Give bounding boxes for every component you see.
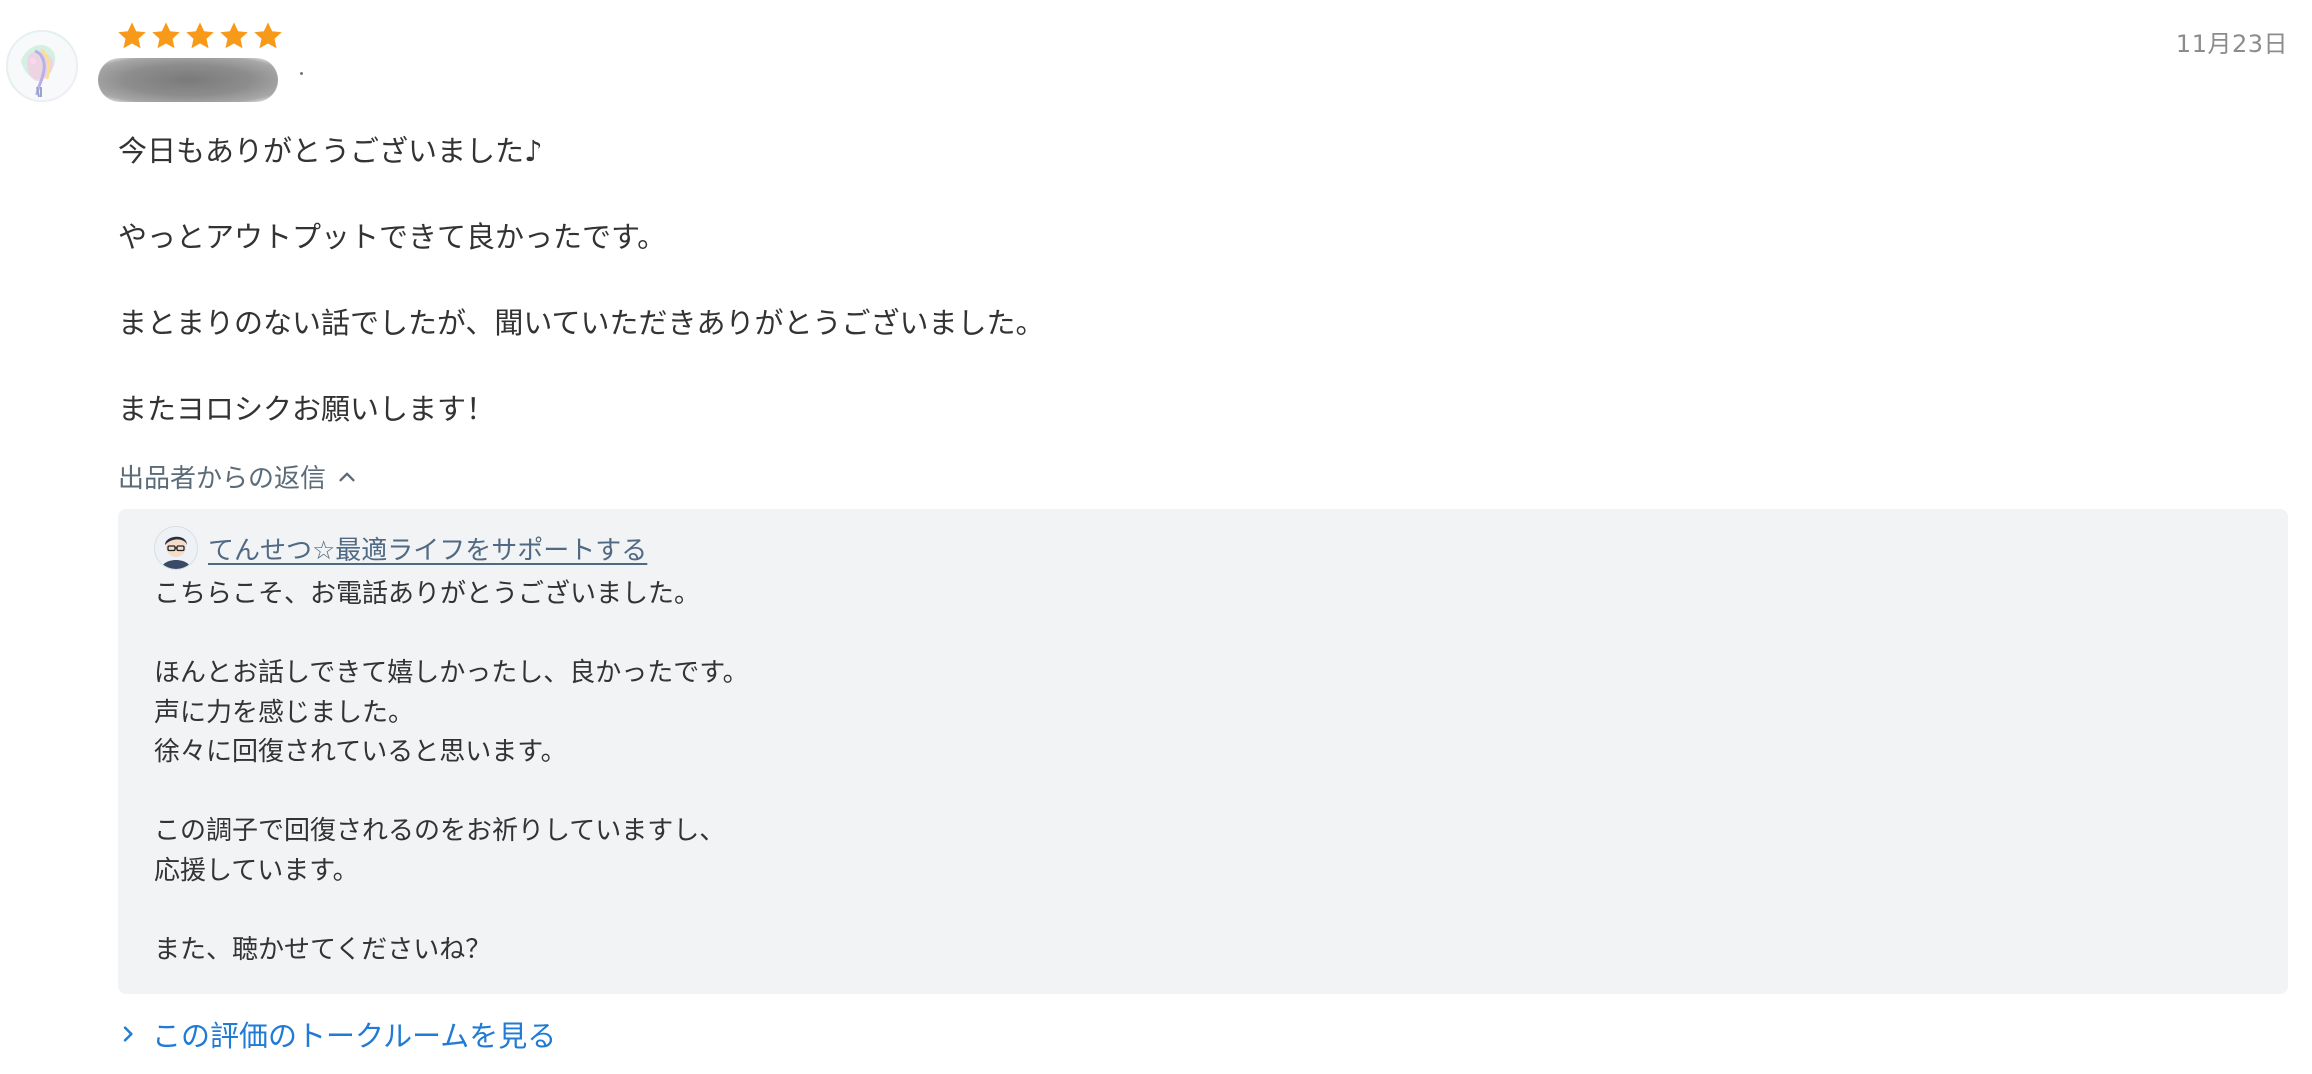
- reply-paragraph: ほんとお話しできて嬉しかったし、良かったです。 声に力を感じました。 徐々に回復…: [154, 658, 749, 767]
- reviewer-avatar[interactable]: [6, 30, 78, 102]
- seller-avatar[interactable]: [154, 526, 198, 570]
- star-icon: [118, 22, 146, 49]
- reviewer-avatar-illustration: [8, 32, 76, 100]
- review-paragraph: まとまりのない話でしたが、聞いていただきありがとうございました。: [118, 306, 1045, 340]
- seller-avatar-illustration: [155, 527, 197, 569]
- review-text: 今日もありがとうございました♪ やっとアウトプットできて良かったです。 まとまり…: [118, 130, 1518, 431]
- reply-paragraph: こちらこそ、お電話ありがとうございました。: [154, 579, 701, 609]
- rating-stars: [116, 20, 284, 52]
- review-item: 11月23日 今日もありがとうございました♪ やっとアウトプットできて良かったで…: [0, 0, 2312, 1074]
- username-dot: [300, 72, 303, 75]
- reply-paragraph: この調子で回復されるのをお祈りしていますし、 応援しています。: [154, 816, 726, 886]
- view-talkroom-link[interactable]: この評価のトークルームを見る: [118, 1013, 556, 1055]
- seller-reply-text: こちらこそ、お電話ありがとうございました。 ほんとお話しできて嬉しかったし、良か…: [154, 575, 749, 970]
- reply-paragraph: また、聴かせてくださいね？: [154, 934, 492, 965]
- seller-reply-box: てんせつ☆最適ライフをサポートする こちらこそ、お電話ありがとうございました。 …: [118, 509, 2288, 994]
- review-date: 11月23日: [2175, 30, 2288, 58]
- review-paragraph: やっとアウトプットできて良かったです。: [118, 220, 667, 254]
- star-icon: [186, 22, 214, 49]
- seller-reply-toggle[interactable]: 出品者からの返信: [118, 458, 358, 495]
- review-paragraph: 今日もありがとうございました♪: [118, 134, 543, 168]
- chevron-right-icon: [123, 1026, 133, 1042]
- redacted-username: [98, 58, 278, 102]
- seller-header: てんせつ☆最適ライフをサポートする: [154, 526, 647, 570]
- seller-name-link[interactable]: てんせつ☆最適ライフをサポートする: [208, 530, 647, 567]
- chevron-up-icon: [339, 472, 355, 481]
- star-icon: [254, 22, 282, 49]
- view-talkroom-label: この評価のトークルームを見る: [152, 1019, 557, 1053]
- star-icon: [152, 22, 180, 49]
- seller-reply-toggle-label: 出品者からの返信: [118, 464, 327, 494]
- star-icon: [220, 22, 248, 49]
- review-paragraph: またヨロシクお願いします！: [118, 392, 496, 426]
